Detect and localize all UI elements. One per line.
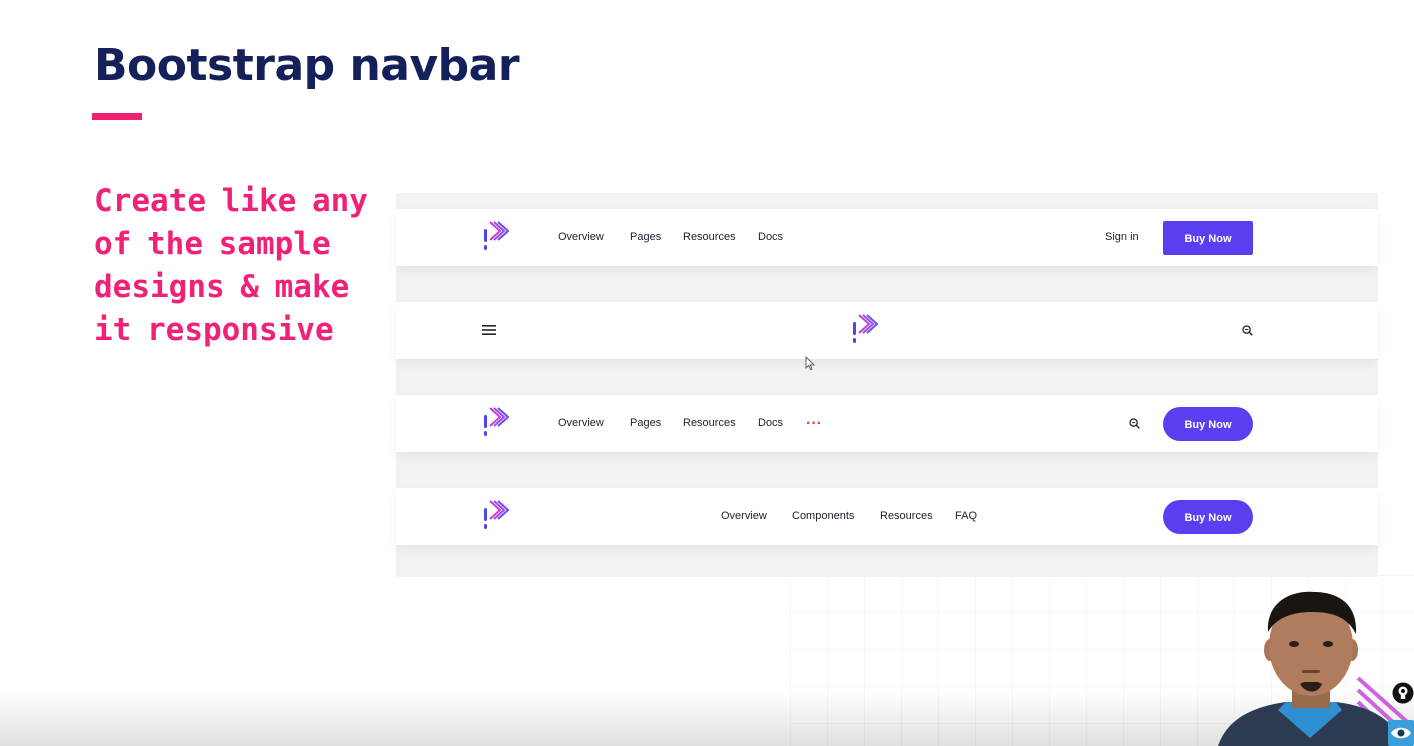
bottom-shadow: [0, 690, 1414, 746]
navbar-sample-2: [396, 302, 1378, 359]
navbar-sample-3: Overview Pages Resources Docs ··· Buy No…: [396, 395, 1378, 452]
nav-link-overview[interactable]: Overview: [558, 395, 604, 452]
brand-logo-icon[interactable]: [482, 497, 510, 537]
nav-link-overview[interactable]: Overview: [721, 488, 767, 545]
buy-now-button[interactable]: Buy Now: [1163, 407, 1253, 441]
brand-logo-icon[interactable]: [482, 218, 510, 258]
nav-link-docs[interactable]: Docs: [758, 395, 783, 452]
buy-now-button[interactable]: Buy Now: [1163, 221, 1253, 255]
nav-link-components[interactable]: Components: [792, 488, 854, 545]
brand-logo-icon[interactable]: [482, 404, 510, 444]
mouse-cursor-icon: [805, 355, 816, 377]
eye-icon[interactable]: [1388, 720, 1414, 746]
sign-in-link[interactable]: Sign in: [1105, 209, 1139, 266]
lightbulb-icon[interactable]: [1392, 682, 1414, 709]
slide-instruction-text: Create like any of the sample designs & …: [94, 183, 368, 348]
navbar-sample-1: Overview Pages Resources Docs Sign in Bu…: [396, 209, 1378, 266]
search-icon[interactable]: [1242, 325, 1253, 336]
hamburger-menu-icon[interactable]: [482, 324, 496, 336]
nav-link-pages[interactable]: Pages: [630, 395, 661, 452]
nav-link-resources[interactable]: Resources: [683, 209, 736, 266]
nav-link-resources[interactable]: Resources: [880, 488, 933, 545]
nav-link-pages[interactable]: Pages: [630, 209, 661, 266]
slide-title: Bootstrap navbar: [94, 40, 520, 91]
nav-link-overview[interactable]: Overview: [558, 209, 604, 266]
nav-link-resources[interactable]: Resources: [683, 395, 736, 452]
search-icon[interactable]: [1129, 418, 1140, 429]
nav-link-faq[interactable]: FAQ: [955, 488, 977, 545]
presenter-webcam: [1208, 588, 1414, 746]
navbar-samples-panel: Overview Pages Resources Docs Sign in Bu…: [396, 193, 1378, 577]
navbar-sample-4: Overview Components Resources FAQ Buy No…: [396, 488, 1378, 545]
nav-link-docs[interactable]: Docs: [758, 209, 783, 266]
brand-logo-icon[interactable]: [851, 311, 879, 351]
title-accent-bar: [92, 113, 142, 120]
buy-now-button[interactable]: Buy Now: [1163, 500, 1253, 534]
more-dots-icon[interactable]: ···: [806, 395, 822, 452]
